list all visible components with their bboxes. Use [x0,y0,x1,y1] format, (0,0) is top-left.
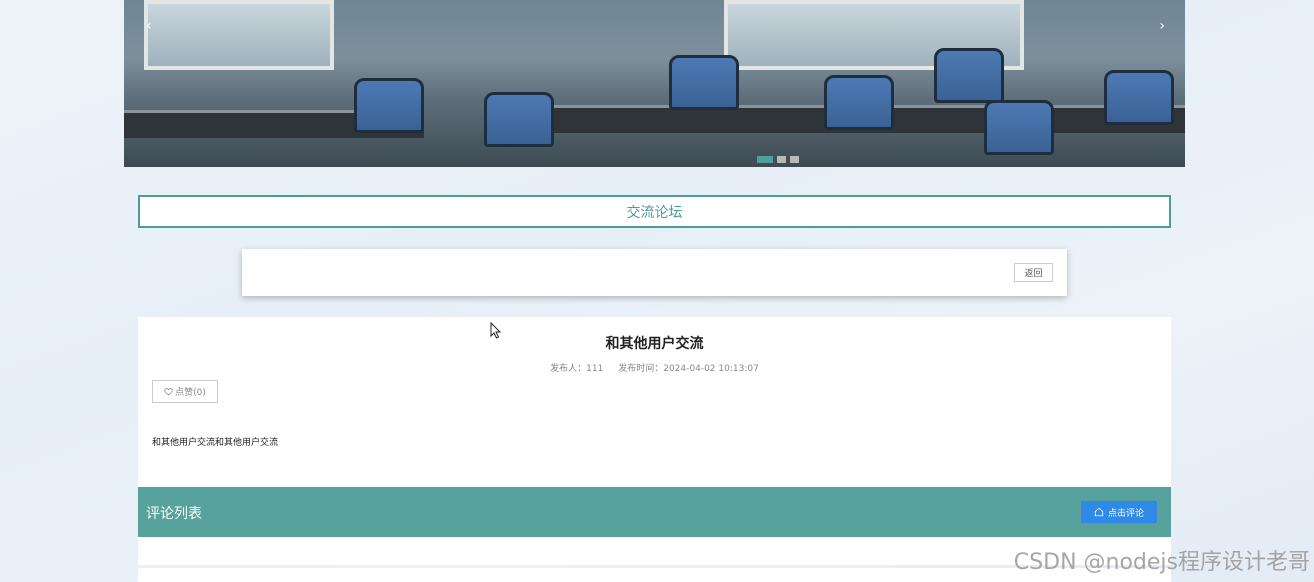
post-content: 和其他用户交流和其他用户交流 [152,438,279,448]
heart-outline-icon [164,388,173,396]
post-title: 和其他用户交流 [605,336,704,352]
post-meta: 发布人：111 发布时间：2024-04-02 10:13:07 [138,361,1171,374]
section-title-text: 交流论坛 [626,204,683,221]
banner-image-chair [1104,70,1174,125]
banner-image-chair [984,100,1054,155]
post-time: 发布时间：2024-04-02 10:13:07 [618,364,759,374]
banner-carousel[interactable]: ‹ › [124,0,1185,167]
banner-image-chair [934,48,1004,103]
post-author: 发布人：111 [550,364,604,374]
banner-image-chair [354,78,424,133]
comments-title: 评论列表 [146,506,202,522]
post-detail: 和其他用户交流 发布人：111 发布时间：2024-04-02 10:13:07… [138,317,1171,487]
add-comment-button[interactable]: 点击评论 [1081,501,1157,523]
banner-image-window [144,0,334,70]
back-button[interactable]: 返回 [1014,263,1053,282]
add-comment-label: 点击评论 [1107,508,1144,519]
home-icon [1094,507,1104,517]
back-card: 返回 [242,249,1067,296]
comments-header: 评论列表 点击评论 [138,487,1171,537]
banner-image-chair [669,55,739,110]
like-label: 点赞(0) [175,388,206,398]
watermark-text: CSDN @nodejs程序设计老哥 [1013,550,1310,575]
carousel-indicator[interactable] [777,156,786,163]
banner-image-chair [484,92,554,147]
carousel-indicator[interactable] [757,156,773,163]
carousel-indicators [757,156,799,163]
carousel-prev-icon[interactable]: ‹ [146,18,152,34]
banner-image-chair [824,75,894,130]
mouse-cursor-icon [490,322,502,339]
section-title: 交流论坛 [138,195,1171,228]
like-button[interactable]: 点赞(0) [152,380,218,403]
carousel-next-icon[interactable]: › [1159,18,1165,34]
carousel-indicator[interactable] [790,156,799,163]
